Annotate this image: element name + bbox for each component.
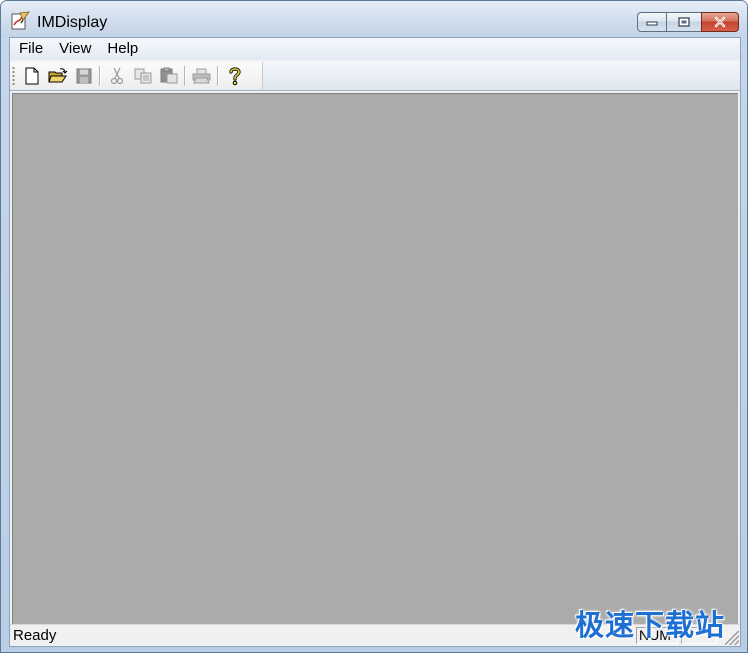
- copy-icon: [134, 68, 151, 83]
- maximize-button[interactable]: [666, 12, 702, 32]
- close-icon: [714, 16, 726, 28]
- new-file-icon: [25, 67, 38, 84]
- status-bar: Ready NUM: [10, 624, 740, 646]
- help-button[interactable]: [223, 64, 246, 87]
- caption-buttons: [637, 12, 739, 32]
- copy-button[interactable]: [131, 64, 154, 87]
- imdisplay-app-icon[interactable]: [11, 11, 31, 31]
- paste-button[interactable]: [157, 64, 180, 87]
- resize-grip[interactable]: [725, 631, 739, 645]
- print-button[interactable]: [190, 64, 213, 87]
- client-area: File View Help Ready NUM: [9, 37, 741, 647]
- paste-icon: [160, 67, 177, 84]
- menu-bar: File View Help: [10, 38, 740, 60]
- minimize-button[interactable]: [637, 12, 667, 32]
- close-button[interactable]: [701, 12, 739, 32]
- image-canvas[interactable]: [12, 93, 738, 624]
- title-bar[interactable]: IMDisplay: [1, 1, 747, 37]
- toolbar-strip: [10, 61, 740, 91]
- scroll-lock-indicator: [681, 627, 717, 644]
- toolbar-grip[interactable]: [12, 65, 15, 86]
- cut-button[interactable]: [105, 64, 128, 87]
- save-icon: [76, 68, 91, 83]
- menu-help[interactable]: Help: [99, 38, 146, 60]
- toolbar-separator: [99, 65, 101, 86]
- toolbar-separator: [217, 65, 219, 86]
- new-button[interactable]: [20, 64, 43, 87]
- num-lock-indicator: NUM: [636, 627, 678, 644]
- minimize-icon: [646, 21, 658, 26]
- open-button[interactable]: [46, 64, 69, 87]
- save-button[interactable]: [72, 64, 95, 87]
- toolbar: [10, 62, 263, 89]
- open-folder-icon: [47, 67, 67, 82]
- status-text: Ready: [13, 627, 57, 644]
- app-window: IMDisplay File View Help Ready NUM 极速下载站: [0, 0, 748, 653]
- help-icon: [228, 66, 241, 85]
- menu-view[interactable]: View: [51, 38, 99, 60]
- maximize-icon: [678, 17, 690, 27]
- menu-file[interactable]: File: [10, 38, 51, 60]
- window-title: IMDisplay: [37, 14, 108, 31]
- print-icon: [192, 68, 210, 83]
- cut-icon: [110, 67, 123, 84]
- toolbar-separator: [184, 65, 186, 86]
